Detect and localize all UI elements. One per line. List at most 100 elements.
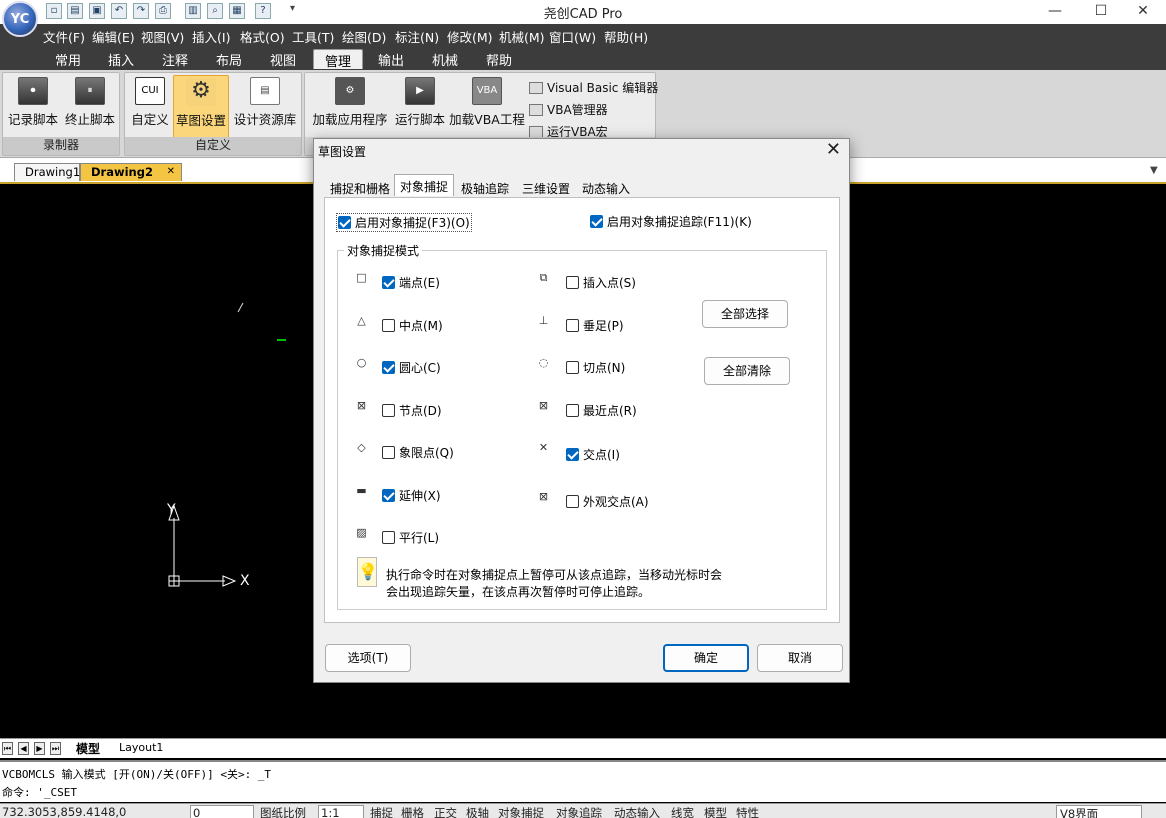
toggle-dyn[interactable]: 动态输入	[614, 805, 660, 818]
menu-view[interactable]: 视图(V)	[141, 27, 184, 46]
toggle-grid[interactable]: 栅格	[401, 805, 424, 818]
ribbon-tab-view[interactable]: 视图	[259, 49, 307, 69]
design-center-button[interactable]: ▤ 设计资源库	[229, 77, 301, 128]
doc-tab-drawing2[interactable]: Drawing2 ✕	[80, 163, 182, 181]
ribbon-tab-manage[interactable]: 管理	[313, 49, 364, 70]
mode-endpoint-check[interactable]	[382, 276, 395, 289]
tab-object-snap[interactable]: 对象捕捉	[394, 174, 455, 196]
mode-perpendicular-check[interactable]	[566, 319, 579, 332]
ribbon-tab-annotate[interactable]: 注释	[151, 49, 199, 69]
tab-list-icon[interactable]: ▼	[1150, 165, 1158, 176]
doc-tab-drawing1[interactable]: Drawing1	[14, 163, 80, 181]
mode-intersection[interactable]: 交点(I)	[566, 446, 620, 463]
customize-button[interactable]: CUI 自定义	[127, 77, 173, 128]
command-input-line[interactable]: 命令: '_CSET	[0, 782, 1166, 802]
menu-help[interactable]: 帮助(H)	[604, 27, 648, 46]
mode-tangent-check[interactable]	[566, 361, 579, 374]
menu-insert[interactable]: 插入(I)	[192, 27, 230, 46]
vb-editor-button[interactable]: Visual Basic 编辑器	[529, 79, 658, 96]
toggle-polar[interactable]: 极轴	[466, 805, 489, 818]
tab-3d-settings[interactable]: 三维设置	[516, 176, 576, 197]
record-script-button[interactable]: ⏺ 记录脚本	[5, 77, 61, 128]
ok-button[interactable]: 确定	[663, 644, 749, 672]
minimize-button[interactable]: —	[1032, 0, 1078, 24]
toggle-otrack[interactable]: 对象追踪	[556, 805, 602, 818]
mode-extension[interactable]: 延伸(X)	[382, 487, 441, 504]
mode-quadrant[interactable]: 象限点(Q)	[382, 444, 454, 461]
ribbon-tab-mechanical[interactable]: 机械	[421, 49, 469, 69]
layout-tab-model[interactable]: 模型	[76, 740, 100, 757]
last-layout-icon[interactable]: ⏭	[50, 742, 61, 755]
mode-center-check[interactable]	[382, 361, 395, 374]
mode-nearest-check[interactable]	[566, 404, 579, 417]
first-layout-icon[interactable]: ⏮	[2, 742, 13, 755]
mode-midpoint[interactable]: 中点(M)	[382, 317, 443, 334]
mode-insertion[interactable]: 插入点(S)	[566, 274, 636, 291]
mode-intersection-check[interactable]	[566, 448, 579, 461]
mode-parallel-check[interactable]	[382, 531, 395, 544]
mode-nearest[interactable]: 最近点(R)	[566, 402, 637, 419]
mode-parallel[interactable]: 平行(L)	[382, 529, 439, 546]
mode-apparent-intersection[interactable]: 外观交点(A)	[566, 493, 649, 510]
menu-modify[interactable]: 修改(M)	[447, 27, 493, 46]
ribbon-tab-insert[interactable]: 插入	[97, 49, 145, 69]
layer-select[interactable]: 0	[190, 805, 254, 818]
tab-snap-grid[interactable]: 捕捉和栅格	[324, 176, 396, 197]
mode-center[interactable]: 圆心(C)	[382, 359, 441, 376]
mode-quadrant-check[interactable]	[382, 446, 395, 459]
menu-mechanical[interactable]: 机械(M)	[499, 27, 545, 46]
mode-endpoint[interactable]: 端点(E)	[382, 274, 440, 291]
cancel-button[interactable]: 取消	[757, 644, 843, 672]
options-button[interactable]: 选项(T)	[325, 644, 411, 672]
layout-tab-layout1[interactable]: Layout1	[119, 741, 163, 754]
enable-tracking-check[interactable]	[590, 215, 603, 228]
close-window-button[interactable]: ✕	[1120, 0, 1166, 24]
toggle-model[interactable]: 模型	[704, 805, 727, 818]
tab-dynamic-input[interactable]: 动态输入	[576, 176, 636, 197]
toggle-snap[interactable]: 捕捉	[370, 805, 393, 818]
close-tab-icon[interactable]: ✕	[167, 166, 175, 177]
run-script-button[interactable]: ▶ 运行脚本	[393, 77, 447, 128]
mode-apparent-intersection-check[interactable]	[566, 495, 579, 508]
enable-osnap-checkbox[interactable]: 启用对象捕捉(F3)(O)	[336, 213, 472, 232]
ribbon-tab-help[interactable]: 帮助	[475, 49, 523, 69]
prev-layout-icon[interactable]: ◀	[18, 742, 29, 755]
scale-select[interactable]: 1:1	[318, 805, 364, 818]
load-application-button[interactable]: ⚙ 加载应用程序	[309, 77, 391, 128]
menu-dimension[interactable]: 标注(N)	[395, 27, 439, 46]
load-vba-project-button[interactable]: VBA 加载VBA工程	[449, 77, 525, 128]
toggle-ortho[interactable]: 正交	[434, 805, 457, 818]
mode-insertion-check[interactable]	[566, 276, 579, 289]
app-logo[interactable]: YC	[2, 1, 38, 37]
tab-polar-tracking[interactable]: 极轴追踪	[455, 176, 515, 197]
enable-tracking-checkbox[interactable]: 启用对象捕捉追踪(F11)(K)	[590, 213, 752, 230]
mode-extension-check[interactable]	[382, 489, 395, 502]
enable-osnap-check[interactable]	[338, 216, 351, 229]
toggle-osnap[interactable]: 对象捕捉	[498, 805, 544, 818]
next-layout-icon[interactable]: ▶	[34, 742, 45, 755]
menu-tools[interactable]: 工具(T)	[292, 27, 334, 46]
maximize-button[interactable]: ☐	[1078, 0, 1124, 24]
mode-midpoint-check[interactable]	[382, 319, 395, 332]
menu-format[interactable]: 格式(O)	[240, 27, 285, 46]
workspace-select[interactable]: V8界面	[1056, 805, 1142, 818]
menu-file[interactable]: 文件(F)	[43, 27, 85, 46]
menu-draw[interactable]: 绘图(D)	[342, 27, 386, 46]
menu-edit[interactable]: 编辑(E)	[92, 27, 135, 46]
toggle-properties[interactable]: 特性	[736, 805, 759, 818]
ribbon-tab-layout[interactable]: 布局	[205, 49, 253, 69]
ribbon-tab-home[interactable]: 常用	[44, 49, 92, 69]
dialog-close-icon[interactable]: ✕	[826, 139, 841, 160]
select-all-button[interactable]: 全部选择	[702, 300, 788, 328]
drafting-settings-button[interactable]: ⚙ 草图设置	[173, 75, 229, 139]
ribbon-tab-output[interactable]: 输出	[367, 49, 415, 69]
mode-perpendicular[interactable]: 垂足(P)	[566, 317, 624, 334]
clear-all-button[interactable]: 全部清除	[704, 357, 790, 385]
mode-node-check[interactable]	[382, 404, 395, 417]
mode-node[interactable]: 节点(D)	[382, 402, 442, 419]
toggle-lineweight[interactable]: 线宽	[671, 805, 694, 818]
stop-script-button[interactable]: ⏸ 终止脚本	[61, 77, 119, 128]
vba-manager-button[interactable]: VBA管理器	[529, 101, 608, 118]
mode-tangent[interactable]: 切点(N)	[566, 359, 625, 376]
menu-window[interactable]: 窗口(W)	[549, 27, 596, 46]
